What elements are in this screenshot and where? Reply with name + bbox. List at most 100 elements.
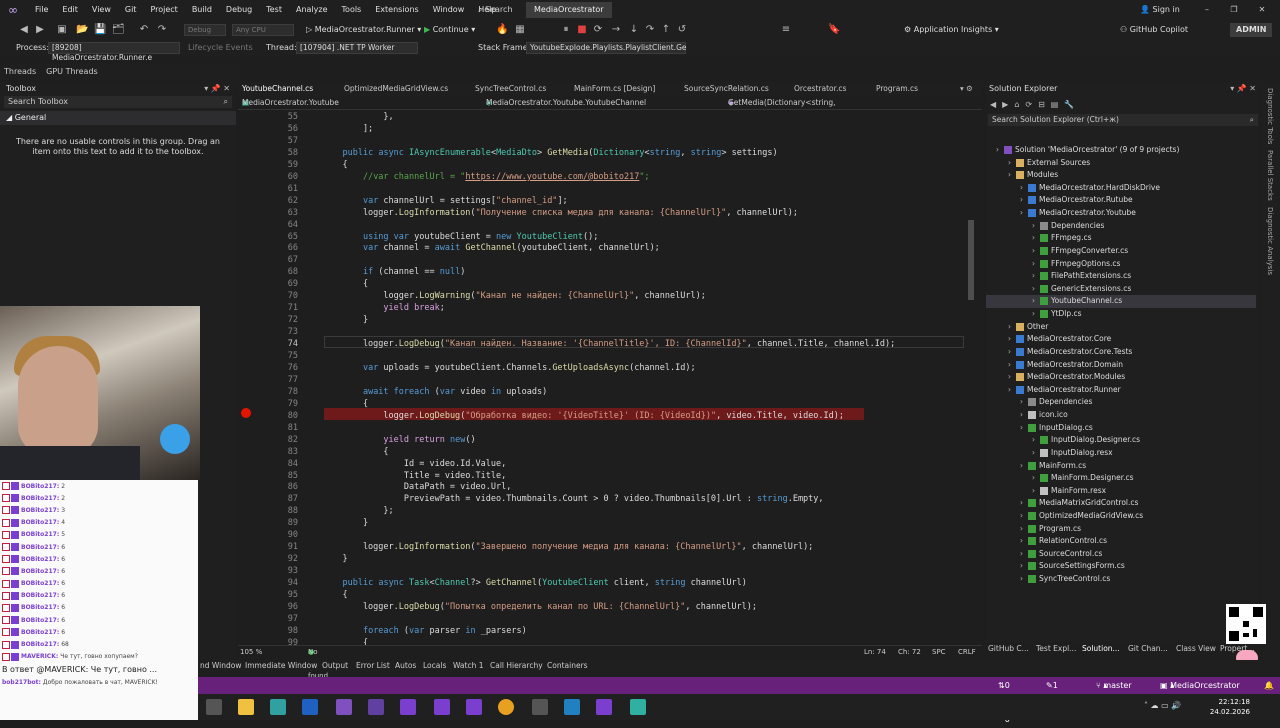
expand-chevron-icon[interactable]: › (1008, 157, 1016, 170)
tree-item[interactable]: › MediaOrcestrator.Runner (986, 384, 1256, 397)
taskbar-app-icon[interactable] (630, 699, 646, 715)
code-line[interactable]: var uploads = youtubeClient.Channels.Get… (322, 363, 696, 373)
code-line[interactable]: if (channel == null) (322, 267, 465, 277)
expand-chevron-icon[interactable]: › (1032, 283, 1040, 296)
expand-chevron-icon[interactable]: › (1008, 346, 1016, 359)
tree-item[interactable]: › MediaOrcestrator.Core.Tests (986, 346, 1256, 359)
visual-studio-icon[interactable] (596, 699, 612, 715)
expand-chevron-icon[interactable]: › (1020, 523, 1028, 536)
gpu-threads-tab[interactable]: GPU Threads (42, 64, 98, 80)
code-line[interactable]: { (322, 279, 368, 289)
pending-changes[interactable]: ✎ 1 (1046, 677, 1058, 694)
tab-immediate-window[interactable]: Immediate Window (245, 660, 317, 672)
tab-orcestrator[interactable]: Orcestrator.cs (794, 82, 846, 96)
back-icon[interactable]: ◀ (990, 100, 996, 109)
code-line[interactable]: yield break; (322, 303, 444, 313)
expand-chevron-icon[interactable]: › (1032, 472, 1040, 485)
code-line[interactable]: var channel = await GetChannel(youtubeCl… (322, 243, 660, 253)
expand-chevron-icon[interactable]: › (1032, 220, 1040, 233)
step-into-icon[interactable]: ↓ (628, 24, 640, 36)
tab-test-explorer[interactable]: Test Expl... (1036, 642, 1076, 656)
line-ending[interactable]: CRLF (958, 646, 976, 658)
expand-chevron-icon[interactable]: › (1008, 169, 1016, 182)
tree-item[interactable]: › Program.cs (986, 523, 1256, 536)
diagnostic-tools-tab[interactable]: Diagnostic Tools (1266, 88, 1274, 144)
tree-item[interactable]: › Other (986, 321, 1256, 334)
tab-command-window[interactable]: nd Window (200, 660, 241, 672)
expand-chevron-icon[interactable]: › (1020, 497, 1028, 510)
code-line[interactable]: //var channelUrl = "https://www.youtube.… (322, 172, 650, 182)
tab-error-list[interactable]: Error List (356, 660, 390, 672)
tree-item[interactable]: › External Sources (986, 157, 1256, 170)
step-over-icon[interactable]: ↷ (644, 24, 656, 36)
comment-icon[interactable]: ≡ (780, 24, 792, 36)
code-line[interactable]: }; (322, 506, 393, 516)
tab-class-view[interactable]: Class View (1176, 642, 1216, 656)
menu-item-project[interactable]: Project (143, 0, 184, 20)
tree-item[interactable]: › FFmpegOptions.cs (986, 258, 1256, 271)
tree-item[interactable]: › GenericExtensions.cs (986, 283, 1256, 296)
visual-studio-icon[interactable] (400, 699, 416, 715)
tree-item[interactable]: › icon.ico (986, 409, 1256, 422)
configuration-select[interactable]: Debug (184, 24, 226, 36)
stack-frame-select[interactable]: YoutubeExplode.Playlists.PlaylistClient.… (526, 42, 687, 54)
tab-overflow-icon[interactable]: ▾ ⚙ (960, 82, 973, 96)
startup-project-button[interactable]: ▷ MediaOrcestrator.Runner ▾ (306, 23, 421, 37)
code-line[interactable]: public async IAsyncEnumerable<MediaDto> … (322, 148, 777, 158)
menu-item-test[interactable]: Test (259, 0, 289, 20)
home-icon[interactable]: ⌂ (1014, 100, 1019, 109)
code-line[interactable]: DataPath = video.Url, (322, 482, 511, 492)
expand-chevron-icon[interactable]: › (1020, 510, 1028, 523)
tab-git-changes[interactable]: Git Chan... (1128, 642, 1168, 656)
new-file-icon[interactable]: ▣ (56, 24, 68, 36)
tree-item[interactable]: › Solution 'MediaOrcestrator' (9 of 9 pro… (986, 144, 1256, 157)
expand-chevron-icon[interactable]: › (1032, 270, 1040, 283)
code-line[interactable]: Id = video.Id.Value, (322, 459, 506, 469)
menu-item-git[interactable]: Git (118, 0, 144, 20)
expand-chevron-icon[interactable]: › (1008, 321, 1016, 334)
expand-chevron-icon[interactable]: › (1032, 245, 1040, 258)
tab-containers[interactable]: Containers (547, 660, 588, 672)
back-icon[interactable]: ◀ (18, 24, 30, 36)
tree-item[interactable]: › MainForm.Designer.cs (986, 472, 1256, 485)
tab-program[interactable]: Program.cs (876, 82, 918, 96)
lifecycle-events-button[interactable]: Lifecycle Events (188, 42, 253, 54)
redo-icon[interactable]: ↷ (156, 24, 168, 36)
expand-chevron-icon[interactable]: › (996, 144, 1004, 157)
restart-icon[interactable]: ⟳ (592, 24, 604, 36)
expand-chevron-icon[interactable]: › (1032, 232, 1040, 245)
minimize-icon[interactable]: – (1200, 3, 1214, 17)
system-clock[interactable]: 22:12:18 24.02.2026 (1210, 697, 1250, 717)
code-line[interactable]: logger.LogDebug("Попытка определить кана… (322, 602, 757, 612)
tab-optimizedmediagridview[interactable]: OptimizedMediaGridView.cs (344, 82, 448, 96)
show-all-files-icon[interactable]: ▤ (1051, 100, 1059, 109)
tab-locals[interactable]: Locals (423, 660, 446, 672)
menu-item-analyze[interactable]: Analyze (289, 0, 335, 20)
expand-chevron-icon[interactable]: › (1008, 384, 1016, 397)
tree-item[interactable]: › Modules (986, 169, 1256, 182)
code-line[interactable]: { (322, 447, 388, 457)
code-line[interactable]: public async Task<Channel?> GetChannel(Y… (322, 578, 746, 588)
code-line[interactable]: var channelUrl = settings["channel_id"]; (322, 196, 568, 206)
save-all-icon[interactable]: 🗂 (112, 24, 125, 36)
taskbar-app-icon[interactable] (270, 699, 286, 715)
pause-icon[interactable]: ⏸ (560, 24, 572, 36)
expand-chevron-icon[interactable]: › (1032, 295, 1040, 308)
tree-item[interactable]: › MediaMatrixGridControl.cs (986, 497, 1256, 510)
menu-item-build[interactable]: Build (185, 0, 219, 20)
visual-studio-icon[interactable] (434, 699, 450, 715)
expand-chevron-icon[interactable]: › (1008, 359, 1016, 372)
tree-item[interactable]: › MainForm.cs (986, 460, 1256, 473)
settings-icon[interactable]: 🔧 (1064, 100, 1074, 109)
threads-tab[interactable]: Threads (0, 64, 36, 80)
tab-call-hierarchy[interactable]: Call Hierarchy (490, 660, 543, 672)
expand-chevron-icon[interactable]: › (1020, 535, 1028, 548)
code-line[interactable]: Title = video.Title, (322, 471, 506, 481)
tree-item[interactable]: › YtDlp.cs (986, 308, 1256, 321)
code-line[interactable]: { (322, 399, 368, 409)
parallel-stacks-tab[interactable]: Parallel Stacks (1266, 150, 1274, 201)
code-editor[interactable]: 55 }, 56 ]; 57 58 public async IAsyncEnumer… (238, 110, 982, 645)
close-icon[interactable]: ✕ (1255, 3, 1269, 17)
search-box[interactable]: ⌕ Search (478, 3, 513, 17)
menu-item-extensions[interactable]: Extensions (368, 0, 425, 20)
